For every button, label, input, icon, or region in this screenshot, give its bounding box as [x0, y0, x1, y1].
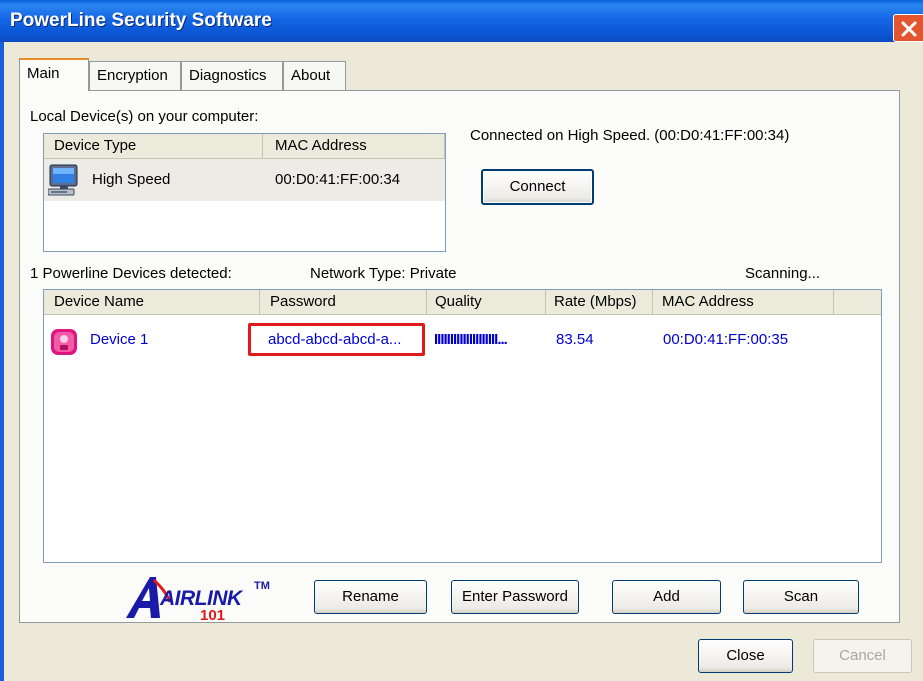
- powerline-device-row[interactable]: Device 1 abcd-abcd-abcd-a... IIIIIIIIIII…: [44, 324, 881, 358]
- connect-button[interactable]: Connect: [481, 169, 594, 205]
- column-device-type[interactable]: Device Type: [44, 134, 263, 158]
- local-device-type: High Speed: [92, 171, 171, 188]
- scan-button[interactable]: Scan: [743, 580, 859, 614]
- local-devices-list[interactable]: Device Type MAC Address High Speed 00:D0…: [43, 133, 446, 252]
- close-button[interactable]: Close: [698, 639, 793, 673]
- tab-diagnostics[interactable]: Diagnostics: [181, 61, 283, 90]
- computer-icon: [48, 164, 78, 196]
- column-filler: [834, 290, 881, 314]
- password-highlight: [248, 323, 425, 356]
- device-rate: 83.54: [556, 331, 594, 348]
- powerline-devices-header: Device Name Password Quality Rate (Mbps)…: [44, 290, 881, 315]
- column-mac-address[interactable]: MAC Address: [263, 134, 445, 158]
- network-type-label: Network Type: Private: [310, 265, 457, 282]
- column-mac-address[interactable]: MAC Address: [653, 290, 834, 314]
- tab-encryption[interactable]: Encryption: [89, 61, 181, 90]
- airlink-logo: AIRLINK TM 101: [124, 574, 284, 624]
- close-icon: [901, 21, 917, 37]
- enter-password-button[interactable]: Enter Password: [451, 580, 579, 614]
- logo-sub: 101: [200, 607, 226, 624]
- local-devices-label: Local Device(s) on your computer:: [30, 108, 259, 125]
- logo-tm: TM: [254, 580, 270, 592]
- tab-main[interactable]: Main: [19, 58, 89, 91]
- rename-button[interactable]: Rename: [314, 580, 427, 614]
- powerline-devices-list[interactable]: Device Name Password Quality Rate (Mbps)…: [43, 289, 882, 563]
- column-rate[interactable]: Rate (Mbps): [546, 290, 653, 314]
- scanning-status: Scanning...: [745, 265, 821, 282]
- column-quality[interactable]: Quality: [427, 290, 546, 314]
- window-close-button[interactable]: [893, 14, 923, 42]
- column-password[interactable]: Password: [260, 290, 427, 314]
- powerline-adapter-icon: [51, 329, 77, 355]
- local-device-mac: 00:D0:41:FF:00:34: [275, 171, 401, 188]
- tab-about[interactable]: About: [283, 61, 346, 90]
- device-quality: IIIIIIIIIIIIIIIIIIII...: [434, 331, 508, 348]
- device-name: Device 1: [90, 331, 149, 348]
- window-title: PowerLine Security Software: [10, 10, 272, 31]
- devices-detected-label: 1 Powerline Devices detected:: [30, 265, 232, 282]
- title-bar[interactable]: PowerLine Security Software: [0, 0, 923, 42]
- window-frame: [0, 42, 4, 681]
- local-device-row[interactable]: High Speed 00:D0:41:FF:00:34: [44, 159, 445, 201]
- connection-status: Connected on High Speed. (00:D0:41:FF:00…: [470, 127, 790, 144]
- cancel-button[interactable]: Cancel: [813, 639, 912, 673]
- device-mac: 00:D0:41:FF:00:35: [663, 331, 789, 348]
- add-button[interactable]: Add: [612, 580, 721, 614]
- local-devices-header: Device Type MAC Address: [44, 134, 445, 159]
- app-window: PowerLine Security Software Main Encrypt…: [0, 0, 923, 681]
- column-device-name[interactable]: Device Name: [44, 290, 260, 314]
